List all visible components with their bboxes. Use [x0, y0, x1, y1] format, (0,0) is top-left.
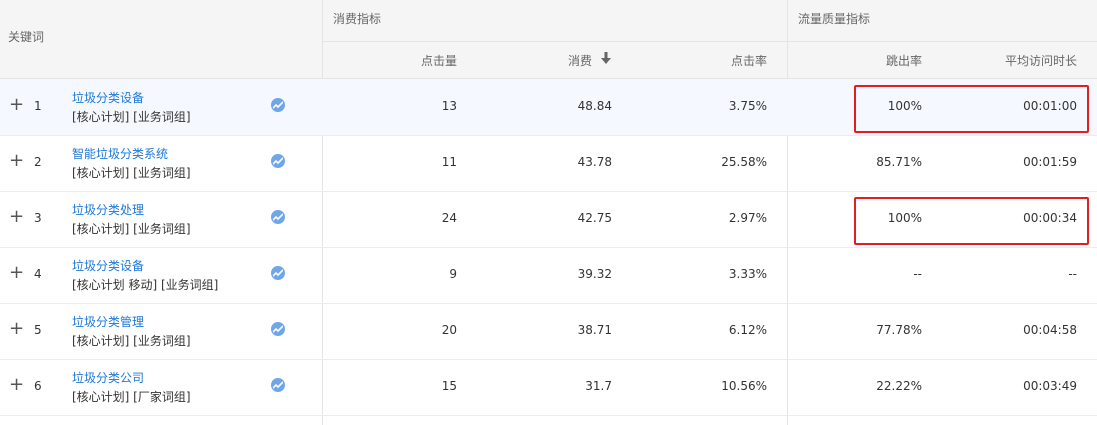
table-row: + 5 垃圾分类管理 [核心计划] [业务词组] 20 38.71 6.12% … [0, 303, 1097, 360]
trend-chart-icon[interactable] [271, 154, 285, 168]
cell-clicks: 9 [449, 267, 457, 281]
header-clicks[interactable]: 点击量 [421, 52, 457, 69]
cell-clicks: 13 [441, 99, 457, 113]
cell-avg-time: 00:03:49 [1023, 379, 1077, 393]
keyword-link[interactable]: 垃圾分类公司 [72, 369, 144, 386]
header-divider [323, 41, 1097, 42]
header-group-traffic: 流量质量指标 [798, 12, 871, 26]
header-cost[interactable]: 消费 [568, 52, 592, 69]
cell-ctr: 3.75% [728, 99, 767, 113]
cell-avg-time: 00:04:58 [1023, 323, 1077, 337]
cell-clicks: 11 [441, 155, 457, 169]
header-bounce[interactable]: 跳出率 [886, 52, 922, 69]
keyword-tags: [核心计划] [业务词组] [72, 334, 191, 348]
row-index: 1 [34, 99, 42, 113]
header-ctr[interactable]: 点击率 [731, 52, 767, 69]
table-row: + 2 智能垃圾分类系统 [核心计划] [业务词组] 11 43.78 25.5… [0, 135, 1097, 192]
arrow-down-icon[interactable] [601, 52, 611, 64]
row-index: 5 [34, 323, 42, 337]
keyword-link[interactable]: 垃圾分类设备 [72, 257, 144, 274]
cell-cost: 38.71 [577, 323, 612, 337]
cell-avg-time: 00:01:59 [1023, 155, 1077, 169]
table-header: 关键词 消费指标 流量质量指标 点击量 消费 点击率 跳出率 平均访问时长 [0, 0, 1097, 79]
trend-chart-icon[interactable] [271, 210, 285, 224]
cell-ctr: 3.33% [728, 267, 767, 281]
cell-cost: 43.78 [577, 155, 612, 169]
cell-cost: 42.75 [577, 211, 612, 225]
row-index: 4 [34, 267, 42, 281]
highlight-box [854, 85, 1089, 133]
header-avg-time[interactable]: 平均访问时长 [1005, 52, 1077, 69]
trend-chart-icon[interactable] [271, 378, 285, 392]
header-group-cost: 消费指标 [333, 12, 382, 26]
keyword-link[interactable]: 垃圾分类管理 [72, 313, 144, 330]
table-row: + 6 垃圾分类公司 [核心计划] [厂家词组] 15 31.7 10.56% … [0, 359, 1097, 416]
highlight-box [854, 197, 1089, 245]
plus-icon[interactable]: + [9, 96, 24, 114]
row-index: 6 [34, 379, 42, 393]
keyword-link[interactable]: 垃圾分类设备 [72, 89, 144, 106]
cell-bounce: 22.22% [876, 379, 922, 393]
cell-ctr: 10.56% [721, 379, 767, 393]
trend-chart-icon[interactable] [271, 322, 285, 336]
cell-ctr: 25.58% [721, 155, 767, 169]
keyword-tags: [核心计划] [业务词组] [72, 166, 191, 180]
cell-ctr: 6.12% [728, 323, 767, 337]
plus-icon[interactable]: + [9, 376, 24, 394]
keyword-tags: [核心计划] [业务词组] [72, 222, 191, 236]
table-row: + 4 垃圾分类设备 [核心计划 移动] [业务词组] 9 39.32 3.33… [0, 247, 1097, 304]
cell-cost: 31.7 [585, 379, 612, 393]
keyword-report-table: 关键词 消费指标 流量质量指标 点击量 消费 点击率 跳出率 平均访问时长 + … [0, 0, 1097, 425]
cell-avg-time: -- [1068, 267, 1077, 281]
keyword-link[interactable]: 智能垃圾分类系统 [72, 145, 168, 162]
keyword-tags: [核心计划] [厂家词组] [72, 390, 191, 404]
plus-icon[interactable]: + [9, 152, 24, 170]
cell-clicks: 24 [441, 211, 457, 225]
trend-chart-icon[interactable] [271, 98, 285, 112]
cell-clicks: 15 [441, 379, 457, 393]
plus-icon[interactable]: + [9, 320, 24, 338]
row-index: 3 [34, 211, 42, 225]
trend-chart-icon[interactable] [271, 266, 285, 280]
cell-cost: 39.32 [577, 267, 612, 281]
row-index: 2 [34, 155, 42, 169]
header-keyword[interactable]: 关键词 [8, 28, 44, 45]
keyword-link[interactable]: 垃圾分类处理 [72, 201, 144, 218]
cell-bounce: 85.71% [876, 155, 922, 169]
cell-cost: 48.84 [577, 99, 612, 113]
plus-icon[interactable]: + [9, 264, 24, 282]
cell-ctr: 2.97% [728, 211, 767, 225]
cell-bounce: -- [913, 267, 922, 281]
cell-clicks: 20 [441, 323, 457, 337]
keyword-tags: [核心计划] [业务词组] [72, 110, 191, 124]
cell-bounce: 77.78% [876, 323, 922, 337]
plus-icon[interactable]: + [9, 208, 24, 226]
keyword-tags: [核心计划 移动] [业务词组] [72, 278, 219, 292]
